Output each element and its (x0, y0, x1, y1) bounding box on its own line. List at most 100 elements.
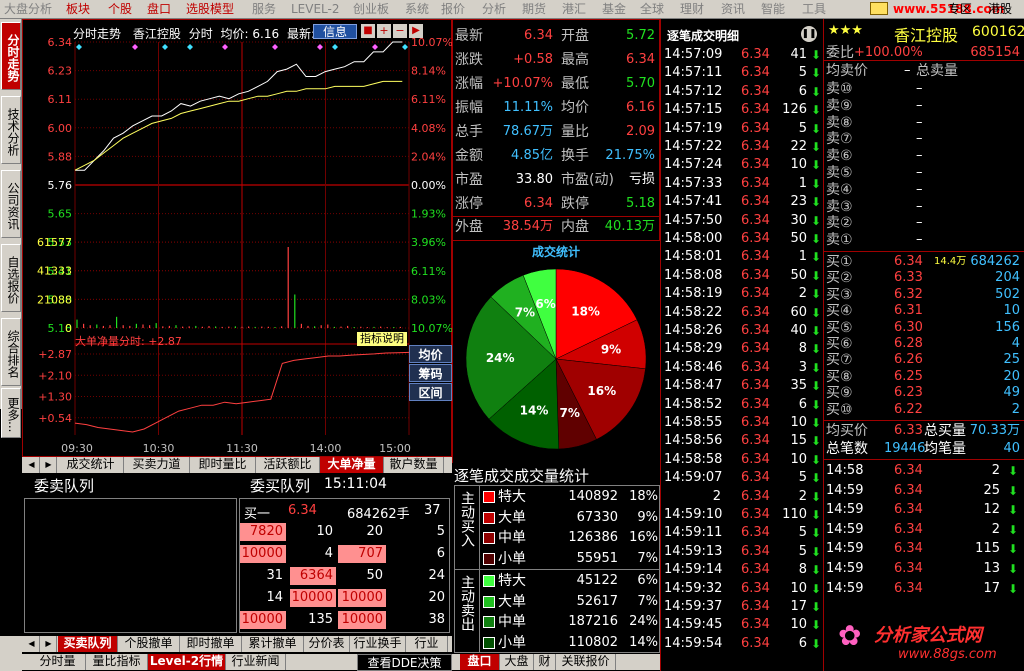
dde-button[interactable]: 查看DDE决策 (357, 654, 452, 671)
buy1-extra: 37 (424, 503, 441, 518)
tick-volume: 23 (790, 194, 807, 210)
tick-price: 6.34 (741, 378, 770, 394)
menu-item[interactable]: 理财 (680, 1, 704, 17)
menu-item[interactable]: 期货 (522, 1, 546, 17)
plus-icon[interactable]: + (377, 24, 391, 38)
exit-icon[interactable]: ▶ (409, 24, 423, 38)
tick-time: 14:59:37 (664, 599, 723, 614)
color-swatch (483, 511, 495, 524)
chart-header: 分时走势 香江控股 分时 均价: 6.16 最新: 6 (73, 25, 326, 42)
y-tick-right: 8.14% (411, 65, 446, 78)
menu-item[interactable]: 分析 (482, 1, 506, 17)
left-tab[interactable]: 更多... (1, 388, 21, 438)
tab[interactable]: 即时撤单 (180, 636, 242, 652)
arrow-down-icon: ⬇ (810, 618, 821, 633)
pause-icon[interactable]: ❚❚ (801, 26, 817, 42)
book-row: 总笔数 19446 均笔量 40 (824, 441, 1024, 457)
intraday-chart[interactable]: 6.34 10.07% 6.23 8.14% 6.11 6.11% 6.00 4.08% 5.8… (23, 20, 453, 458)
color-swatch (483, 552, 495, 565)
tab[interactable]: 关联报价 (556, 654, 616, 670)
scroll-left-icon[interactable]: ◀ (24, 457, 40, 473)
avg-price-button[interactable]: 均价 (409, 345, 452, 363)
scroll-right-icon[interactable]: ▶ (41, 636, 57, 652)
menu-item[interactable]: 全球 (640, 1, 664, 17)
tab[interactable]: 个股撤单 (118, 636, 180, 652)
tab[interactable]: 行业新闻 (226, 654, 286, 670)
tab[interactable]: Level-2行情 (148, 654, 226, 670)
scroll-right-icon[interactable]: ▶ (41, 457, 57, 473)
quote-label: 外盘 (455, 219, 483, 235)
scroll-left-icon[interactable]: ◀ (24, 636, 40, 652)
left-tab[interactable]: 分时走势 (1, 22, 21, 90)
pie-label: 16% (587, 384, 616, 398)
tab[interactable]: 买卖队列 (58, 636, 118, 652)
tab[interactable]: 大单净量 (320, 457, 384, 473)
queue-cell: 10000 (240, 545, 286, 563)
left-tab[interactable]: 公司资讯 (1, 170, 21, 238)
minus-icon[interactable]: − (393, 24, 407, 38)
menu-item[interactable]: 资讯 (721, 1, 745, 17)
menu-item[interactable]: 板块 (66, 1, 90, 17)
menu-item[interactable]: 选股模型 (186, 1, 234, 17)
menu-item[interactable]: LEVEL-2 (291, 1, 340, 17)
tab[interactable]: 大盘 (500, 654, 534, 670)
zone-link[interactable]: 专区 (948, 1, 972, 17)
menu-item[interactable]: 港汇 (562, 1, 586, 17)
menu-item[interactable]: 个股 (108, 1, 132, 17)
buy-volume: 10 (1003, 303, 1020, 319)
minute-price: 6.34 (894, 580, 923, 596)
quote-label: 跌停 (561, 196, 589, 212)
tab[interactable]: 即时量比 (190, 457, 256, 473)
quote-row: 涨幅 +10.07% 最低 5.70 (453, 74, 659, 94)
buy-level: 买⑦ (826, 352, 853, 369)
tick-row: 14:59:11 6.34 5 ⬇ (661, 524, 825, 542)
trade-stats-pie: 18%9%16%7%14%24%7%6% (465, 268, 647, 450)
menu-item[interactable]: 报价 (441, 1, 465, 17)
tab[interactable]: 活跃额比 (256, 457, 320, 473)
order-book-panel: ★★★ 香江控股 600162 委比 +100.00% 685154 均卖价 – 总卖量卖… (824, 19, 1024, 671)
tab[interactable]: 财 (534, 654, 556, 670)
quote-row: 市盈 33.80 市盈(动) 亏损 (453, 170, 659, 190)
pin-icon[interactable]: ■ (361, 24, 375, 38)
range-button[interactable]: 区间 (409, 383, 452, 401)
tab[interactable]: 买卖力道 (124, 457, 190, 473)
hk-link[interactable]: 港股 (988, 1, 1012, 17)
left-tab[interactable]: 综合排名 (1, 318, 21, 386)
indicator-help-button[interactable]: 指标说明 (357, 332, 407, 346)
arrow-down-icon: ⬇ (810, 508, 821, 522)
tick-list: 14:57:09 6.34 41 ⬇ 14:57:11 6.34 5 ⬇ 14:57:12 6.3… (661, 46, 825, 671)
y-tick-right: 10.07% (411, 322, 453, 335)
info-button[interactable]: 信息 (313, 24, 357, 39)
menu-item[interactable]: 盘口 (147, 1, 171, 17)
left-corner (0, 636, 22, 671)
chart-avg-price: 均价: 6.16 (220, 27, 280, 41)
stats-name: 大单 (498, 509, 526, 526)
menu-item[interactable]: 智能 (761, 1, 785, 17)
quote-label: 市盈(动) (561, 172, 614, 188)
menu-item[interactable]: 工具 (802, 1, 826, 17)
left-tab[interactable]: 技术分析 (1, 96, 21, 164)
tab[interactable]: 行业换手 (350, 636, 406, 652)
quote-row: 外盘 38.54万 内盘 40.13万 (453, 216, 659, 236)
tab[interactable]: 累计撤单 (242, 636, 304, 652)
tab[interactable]: 盘口 (460, 654, 500, 670)
quote-value: 38.54万 (502, 219, 553, 234)
left-tab[interactable]: 自选报价 (1, 244, 21, 312)
chips-button[interactable]: 筹码 (409, 364, 452, 382)
menu-item[interactable]: 服务 (252, 1, 276, 17)
tick-price: 6.34 (741, 488, 770, 504)
tab[interactable]: 分价表 (304, 636, 350, 652)
tab[interactable]: 散户数量 (384, 457, 444, 473)
tick-row: 14:57:22 6.34 22 ⬇ (661, 138, 825, 156)
tab[interactable]: 成交统计 (58, 457, 124, 473)
tab[interactable]: 量比指标 (86, 654, 148, 670)
tab[interactable]: 分时量 (30, 654, 86, 670)
mail-icon[interactable] (870, 2, 888, 15)
arrow-down-icon: ⬇ (810, 526, 821, 541)
menu-item[interactable]: 大盘分析 (4, 1, 52, 17)
menu-item[interactable]: 基金 (602, 1, 626, 17)
menu-item[interactable]: 创业板 (353, 1, 389, 17)
tab[interactable]: 行业 (406, 636, 448, 652)
quote-value: +0.58 (513, 52, 553, 67)
menu-item[interactable]: 系统 (405, 1, 429, 17)
